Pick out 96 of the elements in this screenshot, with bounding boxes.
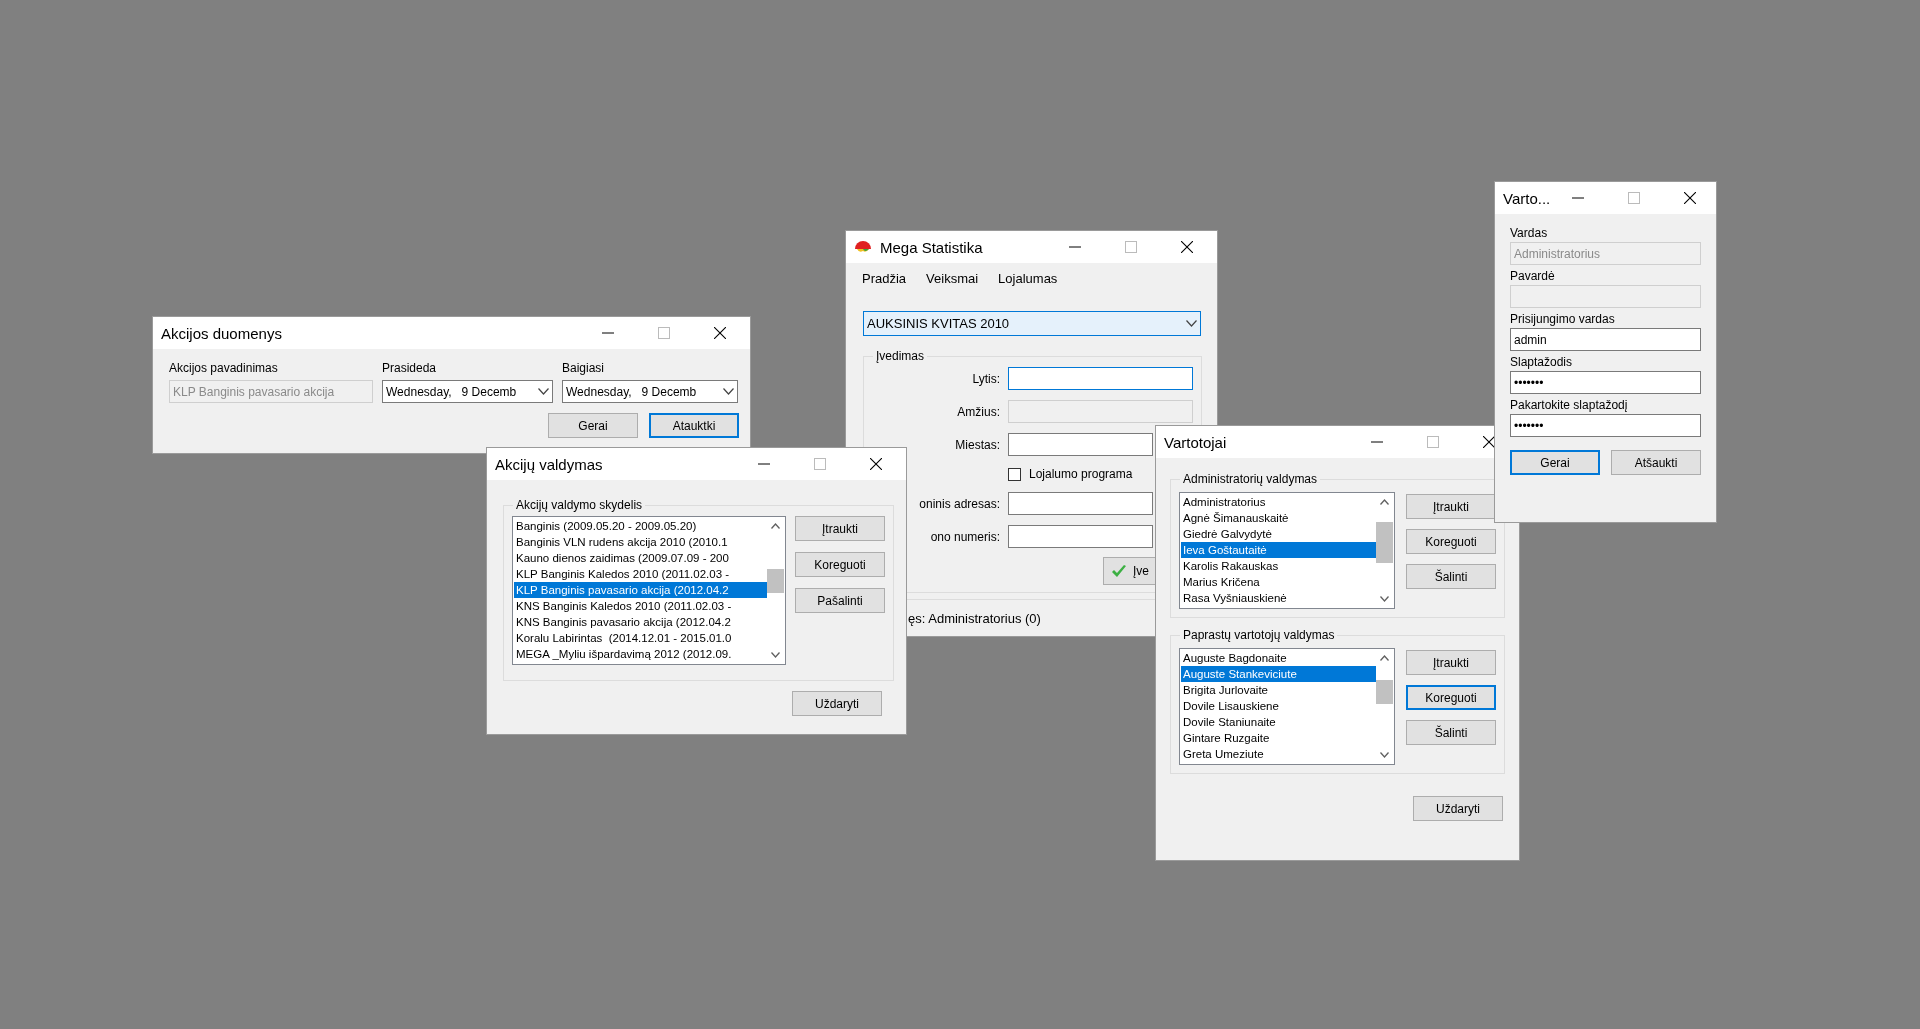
window-title: Akcijų valdymas (495, 455, 603, 473)
chevron-down-icon[interactable] (1380, 752, 1389, 758)
menu-item[interactable]: Veiksmai (916, 270, 989, 286)
list-item[interactable]: Koralu Labirintas (2014.12.01 - 2015.01.0 (514, 630, 767, 646)
menu-item[interactable]: Lojalumas (988, 270, 1068, 286)
list-item[interactable]: Karolis Rakauskas (1181, 558, 1376, 574)
button[interactable]: Koreguoti (795, 552, 885, 577)
list-item[interactable]: KNS Banginis Kaledos 2010 (2011.02.03 - (514, 598, 767, 614)
chevron-down-icon (1186, 320, 1197, 327)
button[interactable]: Šalinti (1406, 564, 1496, 589)
close-icon[interactable] (714, 327, 726, 339)
scrollbar-thumb[interactable] (1376, 522, 1393, 563)
chevron-up-icon[interactable] (1380, 655, 1389, 661)
checkbox[interactable] (1008, 467, 1021, 481)
scrollbar-thumb[interactable] (767, 569, 784, 593)
field-label: oninis adresas: (918, 496, 1000, 511)
button[interactable]: Įtraukti (795, 516, 885, 541)
close-icon[interactable] (1483, 436, 1495, 448)
list-item[interactable]: KLP Banginis Kaledos 2010 (2011.02.03 - (514, 566, 767, 582)
date-picker[interactable]: Wednesday, 9 Decemb (562, 380, 738, 403)
dropdown[interactable]: AUKSINIS KVITAS 2010 (863, 311, 1201, 336)
check-icon (1111, 564, 1127, 578)
group-title: Įvedimas (875, 349, 926, 363)
list-item[interactable]: MEGA _Myliu išpardavimą 2012 (2012.09. (514, 646, 767, 662)
field-label: Vardas (1510, 226, 1549, 240)
field-label: Lytis: (971, 371, 1000, 386)
chevron-down-icon[interactable] (1380, 596, 1389, 602)
field-label: Slaptažodis (1510, 355, 1574, 369)
field-label: ono numeris: (929, 529, 1000, 544)
list-box[interactable]: Auguste Bagdonaite Auguste Stankeviciute Brigita Jurlovaite Dovile Lisauskiene Dovile Staniunaite Gintare Ruzgaite Greta Umeziute (1179, 648, 1395, 765)
field-label: Baigiasi (562, 361, 606, 375)
list-item[interactable]: Banginis (2009.05.20 - 2009.05.20) (514, 518, 767, 534)
close-icon[interactable] (1684, 192, 1697, 204)
input-field[interactable]: ••••••• (1510, 371, 1701, 394)
list-item[interactable]: Auguste Bagdonaite (1181, 650, 1376, 666)
button[interactable]: Įtraukti (1406, 650, 1496, 675)
list-item[interactable]: Administratorius (1181, 494, 1376, 510)
scrollbar-thumb[interactable] (1376, 679, 1393, 705)
button[interactable]: Uždaryti (792, 691, 882, 716)
input-field[interactable]: ••••••• (1510, 414, 1701, 437)
list-item[interactable]: Banginis VLN rudens akcija 2010 (2010.1 (514, 534, 767, 550)
list-item[interactable]: Agnė Šimanauskaitė (1181, 510, 1376, 526)
input-field[interactable]: admin (1510, 328, 1701, 351)
date-picker[interactable]: Wednesday, 9 Decemb (382, 380, 553, 403)
button[interactable]: Koreguoti (1406, 529, 1496, 554)
list-item[interactable]: Giedrė Galvydytė (1181, 526, 1376, 542)
group-title: Akcijų valdymo skydelis (515, 498, 644, 512)
field-label: Pakartokite slaptažodį (1510, 398, 1629, 412)
list-item[interactable]: Dovile Staniunaite (1181, 714, 1376, 730)
field-label: Prasideda (382, 361, 438, 375)
input-field[interactable] (1008, 525, 1153, 548)
list-item[interactable]: Auguste Stankeviciute (1181, 666, 1376, 682)
menu-item[interactable]: Pradžia (852, 270, 917, 286)
button[interactable]: Šalinti (1406, 720, 1496, 745)
logo-icon (854, 240, 872, 254)
list-item[interactable]: Dovile Lisauskiene (1181, 698, 1376, 714)
chevron-down-icon[interactable] (771, 652, 780, 658)
window-title: Varto... (1503, 189, 1551, 207)
group-title: Administratorių valdymas (1182, 472, 1319, 486)
chevron-up-icon[interactable] (1380, 499, 1389, 505)
window-title: Mega Statistika (880, 238, 983, 256)
list-item[interactable]: Greta Umeziute (1181, 746, 1376, 762)
field-label: Prisijungimo vardas (1510, 312, 1616, 326)
list-box[interactable]: Administratorius Agnė Šimanauskaitė Giedrė Galvydytė Ieva Goštautaitė Karolis Rakauskas Marius Kričena Rasa Vyšniauskienė (1179, 492, 1395, 609)
field-label: Miestas: (954, 437, 1000, 452)
input-field[interactable] (1008, 492, 1153, 515)
close-icon[interactable] (870, 458, 882, 470)
chevron-down-icon (723, 388, 734, 395)
input-field[interactable] (1008, 433, 1153, 456)
list-item[interactable]: Kauno dienos zaidimas (2009.07.09 - 200 (514, 550, 767, 566)
list-item[interactable]: KNS Banginis pavasario akcija (2012.04.2 (514, 614, 767, 630)
button[interactable]: Įtraukti (1406, 494, 1496, 519)
list-item[interactable]: Ieva Goštautaitė (1181, 542, 1376, 558)
button[interactable]: Uždaryti (1413, 796, 1503, 821)
button[interactable]: Pašalinti (795, 588, 885, 613)
field-label: Akcijos pavadinimas (169, 361, 279, 375)
window-title: Vartotojai (1164, 433, 1227, 451)
field-label: Pavardė (1510, 269, 1556, 283)
button[interactable]: Gerai (1510, 450, 1600, 475)
input-field[interactable] (1008, 367, 1193, 390)
close-icon[interactable] (1181, 241, 1193, 253)
button[interactable]: Gerai (548, 413, 638, 438)
chevron-up-icon[interactable] (771, 523, 780, 529)
window-title: Akcijos duomenys (161, 324, 282, 342)
list-box[interactable] (512, 516, 786, 665)
list-item[interactable]: Gintare Ruzgaite (1181, 730, 1376, 746)
checkbox-label: Lojalumo programa (1029, 467, 1133, 481)
list-item[interactable]: Brigita Jurlovaite (1181, 682, 1376, 698)
submit-button[interactable]: Įve (1103, 557, 1155, 585)
field-label: Amžius: (956, 404, 1000, 419)
button[interactable]: Atšaukti (1611, 450, 1701, 475)
list-item[interactable]: KLP Banginis pavasario akcija (2012.04.2 (514, 582, 767, 598)
list-item[interactable]: Marius Kričena (1181, 574, 1376, 590)
chevron-down-icon (538, 388, 549, 395)
button[interactable]: Koreguoti (1406, 685, 1496, 710)
button[interactable]: Atauktki (649, 413, 739, 438)
